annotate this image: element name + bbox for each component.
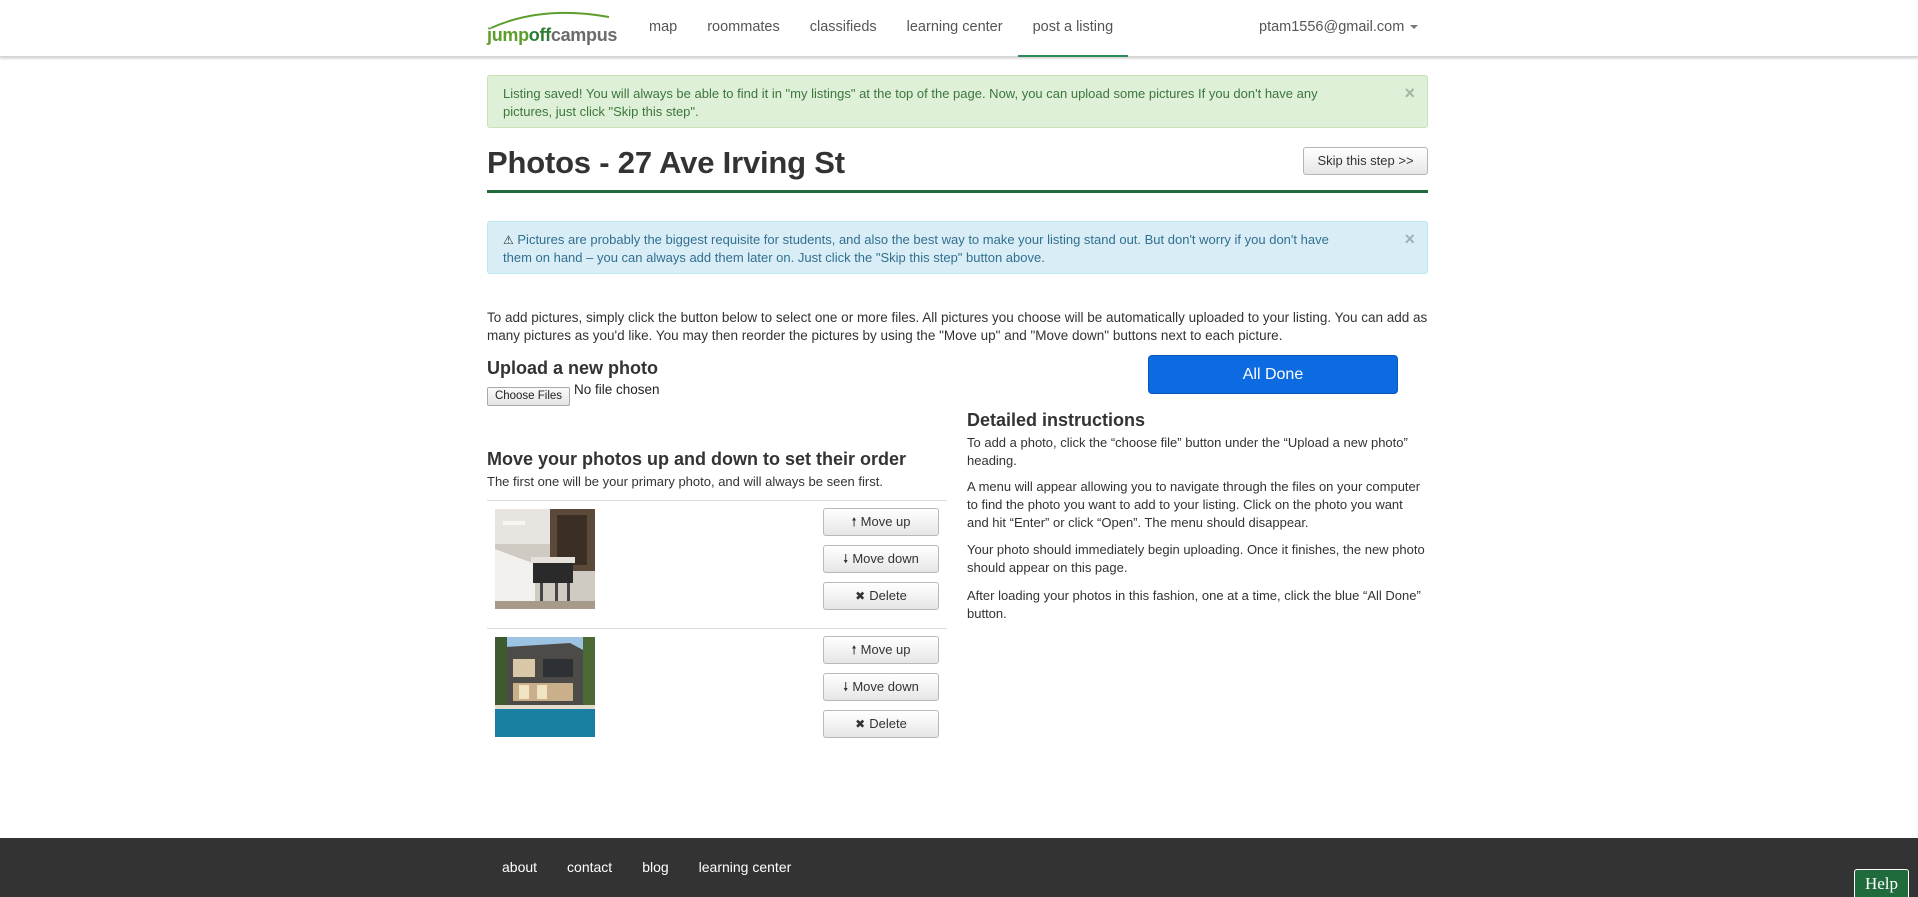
photo-row: 🠕 Move up 🠗 Move down ✖ Delete (487, 500, 947, 628)
delete-button[interactable]: ✖ Delete (823, 582, 939, 610)
photo-thumbnail (495, 637, 595, 737)
instructions-heading: Detailed instructions (967, 410, 1146, 430)
reorder-heading: Move your photos up and down to set thei… (487, 449, 907, 469)
exterior-photo-image (495, 637, 595, 737)
choose-files-button[interactable]: Choose Files (487, 387, 570, 406)
arrow-up-icon: 🠕 (851, 515, 857, 529)
logo-text-campus: campus (550, 25, 618, 45)
move-up-button[interactable]: 🠕 Move up (823, 636, 939, 664)
nav-link-map[interactable]: map (634, 0, 692, 57)
main-nav: map roommates classifieds learning cente… (634, 0, 1129, 57)
skip-step-button[interactable]: Skip this step >> (1303, 147, 1428, 175)
success-alert: Listing saved! You will always be able t… (487, 75, 1428, 128)
intro-text: To add pictures, simply click the button… (487, 310, 1428, 343)
delete-label: Delete (869, 716, 907, 731)
top-navbar: jumpoffcampus map roommates classifieds … (0, 0, 1918, 57)
help-button[interactable]: Help (1854, 869, 1909, 897)
nav-link-post-a-listing[interactable]: post a listing (1017, 0, 1129, 57)
page-title: Photos - 27 Ave Irving St (487, 145, 845, 180)
jumpoffcampus-logo[interactable]: jumpoffcampus (487, 11, 618, 47)
delete-label: Delete (869, 588, 907, 603)
nav-link-learning-center[interactable]: learning center (892, 0, 1018, 57)
delete-button[interactable]: ✖ Delete (823, 710, 939, 738)
move-up-label: Move up (860, 514, 911, 529)
logo-text-off: off (528, 25, 551, 45)
instructions-paragraph: After loading your photos in this fashio… (967, 588, 1421, 621)
info-alert-text: Pictures are probably the biggest requis… (503, 232, 1329, 265)
nav-link-roommates[interactable]: roommates (692, 0, 795, 57)
title-divider (487, 190, 1428, 193)
success-alert-text: Listing saved! You will always be able t… (503, 86, 1318, 119)
file-status-text: No file chosen (574, 382, 660, 397)
page-footer: about contact blog learning center (0, 838, 1918, 897)
close-icon[interactable]: × (1404, 230, 1415, 248)
instructions-paragraph: To add a photo, click the “choose file” … (967, 435, 1408, 468)
reorder-subtext: The first one will be your primary photo… (487, 474, 883, 489)
move-down-label: Move down (852, 551, 919, 566)
move-down-button[interactable]: 🠗 Move down (823, 545, 939, 573)
warning-icon: ⚠ (503, 233, 514, 247)
move-down-label: Move down (852, 679, 919, 694)
arrow-up-icon: 🠕 (851, 643, 857, 657)
close-icon: ✖ (855, 589, 866, 603)
interior-photo-image (495, 509, 595, 609)
user-email: ptam1556@gmail.com (1259, 19, 1405, 35)
photo-thumbnail (495, 509, 595, 609)
move-up-button[interactable]: 🠕 Move up (823, 508, 939, 536)
nav-link-classifieds[interactable]: classifieds (795, 0, 892, 57)
move-up-label: Move up (860, 642, 911, 657)
close-icon[interactable]: × (1404, 84, 1415, 102)
footer-nav: about contact blog learning center (487, 838, 806, 897)
close-icon: ✖ (855, 717, 866, 731)
arrow-down-icon: 🠗 (843, 552, 849, 566)
photo-row: 🠕 Move up 🠗 Move down ✖ Delete (487, 628, 947, 746)
logo-text-jump: jump (487, 25, 529, 45)
instructions-paragraph: Your photo should immediately begin uplo… (967, 542, 1425, 575)
footer-link-about[interactable]: about (487, 838, 552, 897)
upload-heading: Upload a new photo (487, 358, 658, 378)
instructions-paragraph: A menu will appear allowing you to navig… (967, 479, 1421, 530)
user-menu-dropdown[interactable]: ptam1556@gmail.com (1259, 0, 1419, 57)
caret-down-icon (1410, 25, 1419, 30)
all-done-button[interactable]: All Done (1148, 355, 1398, 394)
footer-link-learning-center[interactable]: learning center (684, 838, 807, 897)
move-down-button[interactable]: 🠗 Move down (823, 673, 939, 701)
arrow-down-icon: 🠗 (843, 680, 849, 694)
footer-link-contact[interactable]: contact (552, 838, 627, 897)
footer-link-blog[interactable]: blog (627, 838, 683, 897)
info-alert: ⚠ Pictures are probably the biggest requ… (487, 221, 1428, 274)
